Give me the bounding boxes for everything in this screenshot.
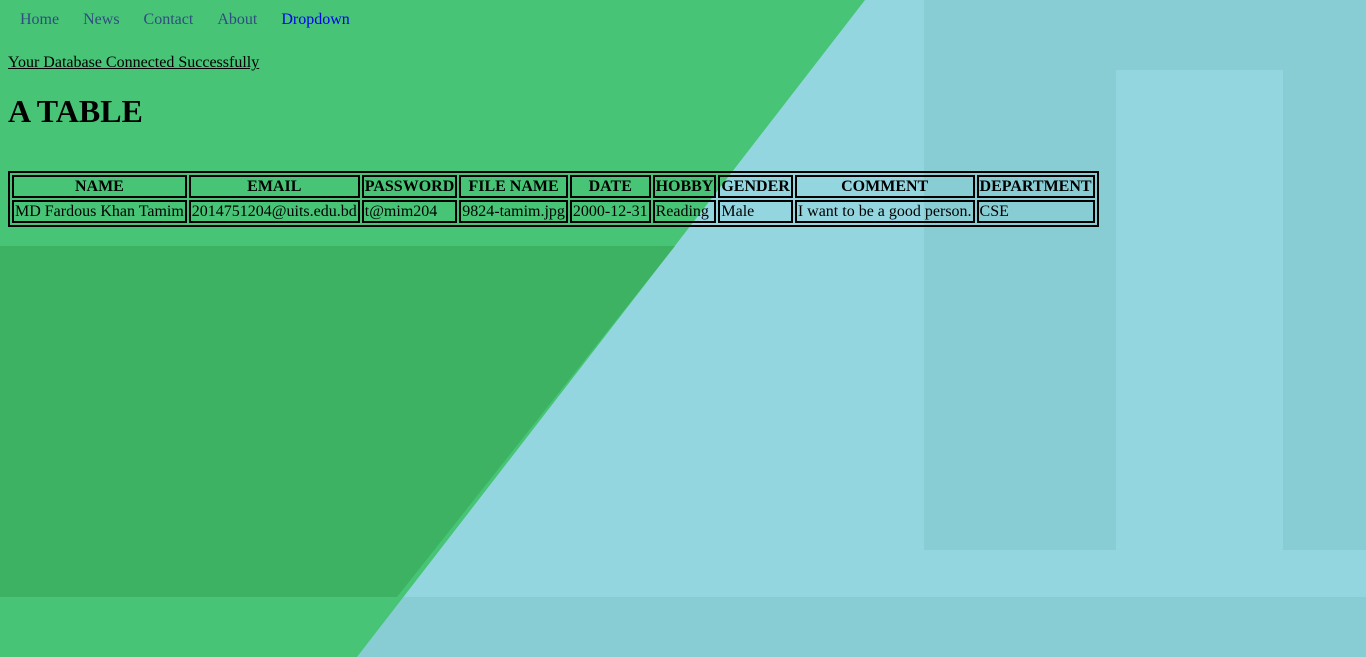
cell-hobby: Reading (652, 200, 717, 223)
column-header-file-name: FILE NAME (459, 175, 568, 198)
cell-file-name: 9824-tamim.jpg (459, 200, 568, 223)
nav-contact-link[interactable]: Contact (132, 11, 206, 29)
column-header-name: NAME (12, 175, 187, 198)
nav-about-link[interactable]: About (205, 11, 269, 29)
cell-name: MD Fardous Khan Tamim (12, 200, 187, 223)
records-table: NAME EMAIL PASSWORD FILE NAME DATE HOBBY… (8, 171, 1099, 227)
nav-home-link[interactable]: Home (8, 11, 71, 29)
column-header-password: PASSWORD (361, 175, 458, 198)
database-status-message: Your Database Connected Successfully (8, 54, 260, 71)
column-header-hobby: HOBBY (652, 175, 717, 198)
cell-date: 2000-12-31 (569, 200, 651, 223)
table-row: MD Fardous Khan Tamim 2014751204@uits.ed… (12, 200, 1095, 223)
cell-gender: Male (718, 200, 793, 223)
column-header-department: DEPARTMENT (976, 175, 1095, 198)
cell-department: CSE (976, 200, 1095, 223)
top-navigation: Home News Contact About Dropdown (8, 0, 1358, 40)
nav-news-link[interactable]: News (71, 11, 131, 29)
cell-password: t@mim204 (361, 200, 458, 223)
page-content: Home News Contact About Dropdown Your Da… (0, 0, 1366, 227)
column-header-email: EMAIL (188, 175, 360, 198)
column-header-comment: COMMENT (794, 175, 975, 198)
nav-dropdown-button[interactable]: Dropdown (269, 11, 361, 29)
cell-comment: I want to be a good person. (794, 200, 975, 223)
page-heading: A TABLE (8, 93, 143, 129)
column-header-date: DATE (569, 175, 651, 198)
table-header-row: NAME EMAIL PASSWORD FILE NAME DATE HOBBY… (12, 175, 1095, 198)
column-header-gender: GENDER (718, 175, 793, 198)
cell-email: 2014751204@uits.edu.bd (188, 200, 360, 223)
